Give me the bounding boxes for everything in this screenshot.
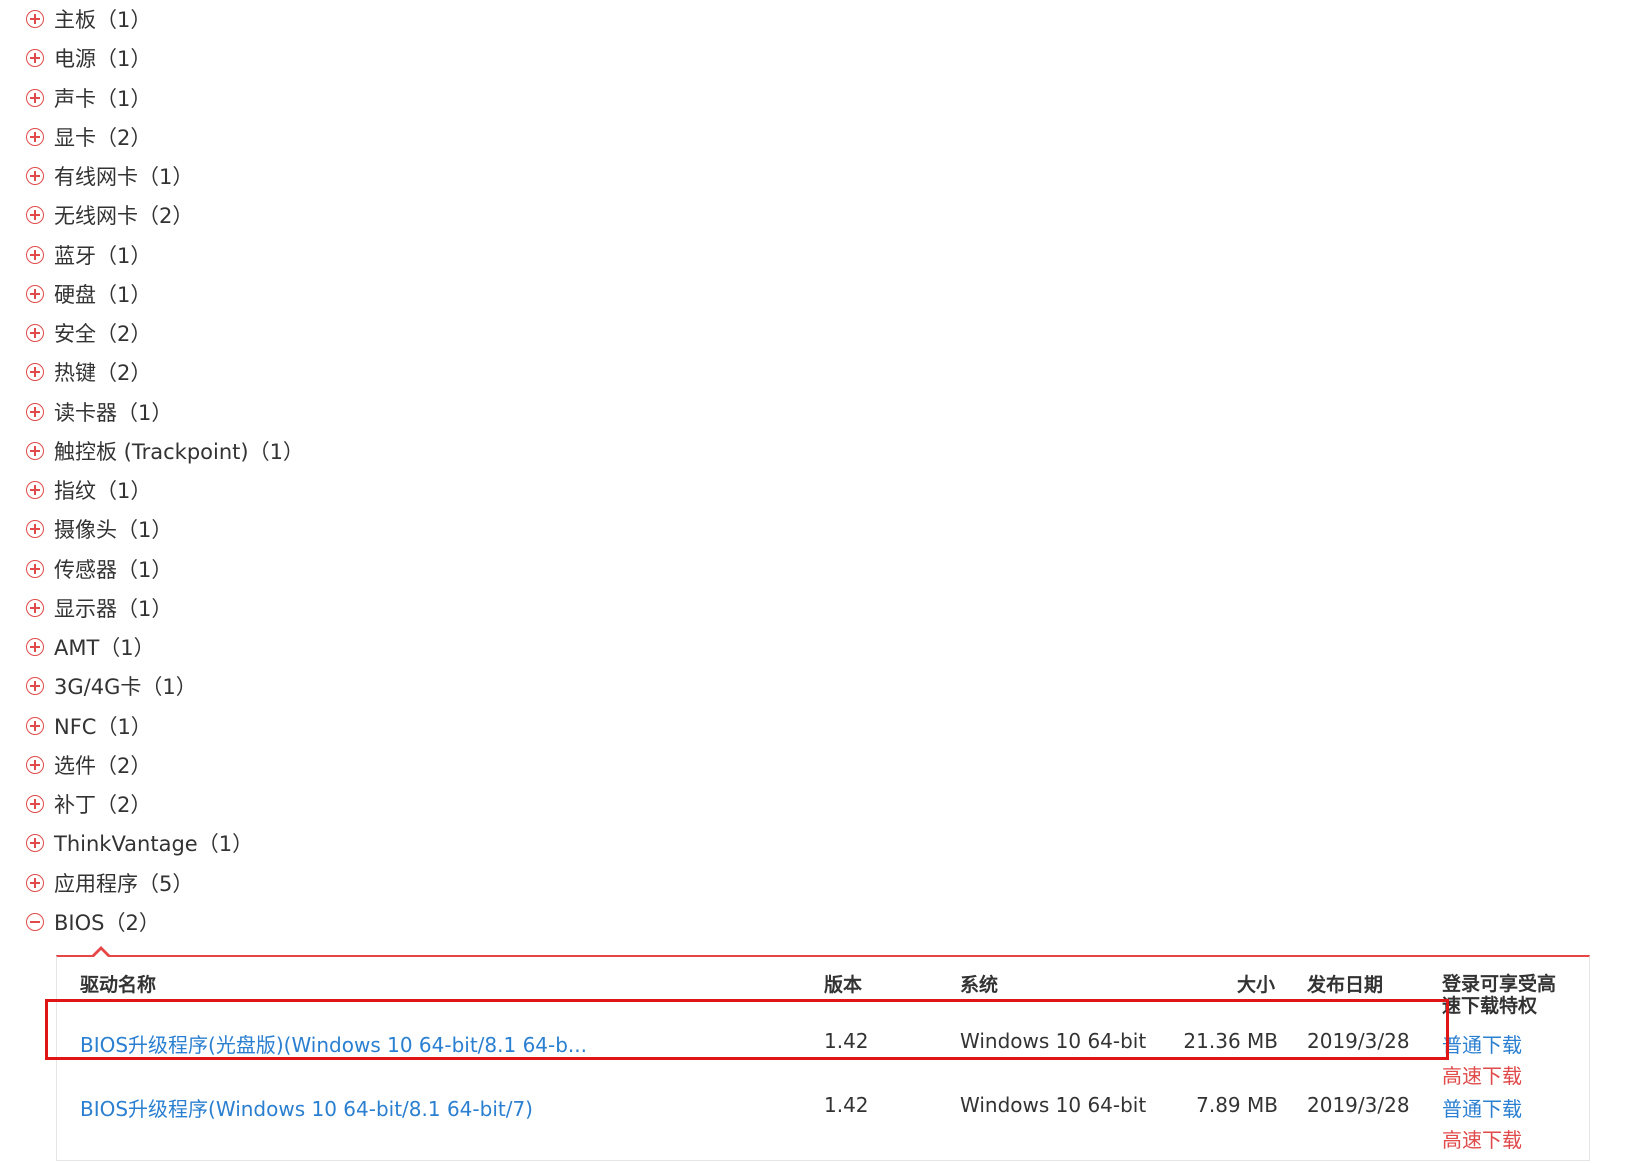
category-item[interactable]: 安全（2）	[26, 318, 151, 348]
fast-download-link[interactable]: 高速下载	[1442, 1060, 1522, 1089]
category-label: 无线网卡（2）	[54, 204, 194, 229]
category-item[interactable]: 3G/4G卡（1）	[26, 671, 197, 701]
expand-icon[interactable]	[26, 441, 44, 460]
expand-icon[interactable]	[26, 598, 44, 617]
category-label: 热键（2）	[54, 361, 152, 386]
expand-icon[interactable]	[26, 795, 44, 813]
driver-release-date: 2019/3/28	[1307, 1093, 1410, 1117]
category-item[interactable]: 传感器（1）	[26, 554, 172, 584]
category-item[interactable]: AMT（1）	[26, 632, 155, 662]
driver-release-date: 2019/3/28	[1307, 1029, 1410, 1053]
collapse-icon[interactable]	[26, 912, 44, 931]
expand-icon[interactable]	[26, 363, 44, 382]
expand-icon[interactable]	[26, 677, 44, 696]
panel-pointer-inner	[94, 950, 108, 957]
category-label: 摄像头（1）	[54, 518, 173, 543]
category-item[interactable]: BIOS（2）	[26, 907, 160, 937]
category-label: 声卡（1）	[54, 86, 152, 111]
expand-icon[interactable]	[26, 284, 44, 303]
category-item[interactable]: 电源（1）	[26, 43, 151, 73]
expand-icon[interactable]	[26, 402, 44, 421]
expand-icon[interactable]	[26, 245, 44, 264]
expand-icon[interactable]	[26, 127, 44, 146]
header-driver-name: 驱动名称	[80, 974, 157, 996]
expand-icon[interactable]	[26, 755, 44, 774]
category-item[interactable]: 热键（2）	[26, 357, 151, 387]
expand-icon[interactable]	[26, 834, 44, 853]
header-size: 大小	[1237, 974, 1276, 996]
expand-icon[interactable]	[26, 10, 44, 28]
category-label: 蓝牙（1）	[54, 243, 152, 268]
category-label: BIOS（2）	[54, 910, 160, 935]
expand-icon[interactable]	[26, 167, 44, 185]
category-item[interactable]: 读卡器（1）	[26, 397, 172, 427]
category-label: 应用程序（5）	[54, 871, 194, 896]
expand-icon[interactable]	[26, 638, 44, 656]
category-label: 传感器（1）	[54, 557, 173, 582]
driver-system: Windows 10 64-bit	[960, 1029, 1147, 1053]
driver-name-link[interactable]: BIOS升级程序(光盘版)(Windows 10 64-bit/8.1 64-b…	[80, 1029, 587, 1058]
driver-name-link[interactable]: BIOS升级程序(Windows 10 64-bit/8.1 64-bit/7)	[80, 1093, 533, 1122]
expand-icon[interactable]	[26, 324, 44, 342]
category-item[interactable]: 主板（1）	[26, 4, 151, 34]
category-label: AMT（1）	[54, 636, 155, 660]
category-label: 主板（1）	[54, 8, 152, 32]
expand-icon[interactable]	[26, 873, 44, 892]
expand-icon[interactable]	[26, 88, 44, 107]
driver-size: 7.89 MB	[1196, 1093, 1278, 1117]
normal-download-link[interactable]: 普通下载	[1442, 1093, 1522, 1122]
category-label: 硬盘（1）	[54, 282, 152, 307]
fast-download-link[interactable]: 高速下载	[1442, 1124, 1522, 1153]
category-label: NFC（1）	[54, 714, 152, 739]
header-system: 系统	[960, 974, 999, 996]
category-item[interactable]: 有线网卡（1）	[26, 161, 193, 191]
category-item[interactable]: 无线网卡（2）	[26, 200, 193, 230]
category-label: 读卡器（1）	[54, 400, 173, 425]
expand-icon[interactable]	[26, 559, 44, 578]
driver-version: 1.42	[824, 1029, 869, 1053]
expand-icon[interactable]	[26, 206, 44, 225]
category-item[interactable]: 补丁（2）	[26, 789, 151, 819]
category-item[interactable]: 显卡（2）	[26, 122, 151, 152]
category-item[interactable]: 选件（2）	[26, 750, 151, 780]
category-item[interactable]: 蓝牙（1）	[26, 240, 151, 270]
category-label: 选件（2）	[54, 753, 152, 778]
category-item[interactable]: 声卡（1）	[26, 83, 151, 113]
normal-download-link[interactable]: 普通下载	[1442, 1029, 1522, 1058]
category-item[interactable]: 应用程序（5）	[26, 868, 193, 898]
category-label: 触控板 (Trackpoint)（1）	[54, 439, 304, 464]
category-label: ThinkVantage（1）	[54, 832, 254, 857]
category-item[interactable]: 显示器（1）	[26, 593, 172, 623]
driver-version: 1.42	[824, 1093, 869, 1117]
expand-icon[interactable]	[26, 716, 44, 735]
category-item[interactable]: 硬盘（1）	[26, 279, 151, 309]
category-item[interactable]: ThinkVantage（1）	[26, 828, 253, 858]
category-label: 3G/4G卡（1）	[54, 675, 197, 700]
category-label: 显卡（2）	[54, 125, 152, 150]
category-label: 显示器（1）	[54, 596, 173, 621]
category-label: 安全（2）	[54, 322, 152, 346]
category-item[interactable]: 摄像头（1）	[26, 514, 172, 544]
driver-system: Windows 10 64-bit	[960, 1093, 1147, 1117]
driver-size: 21.36 MB	[1183, 1029, 1278, 1053]
category-label: 指纹（1）	[54, 479, 152, 503]
category-label: 有线网卡（1）	[54, 165, 194, 189]
expand-icon[interactable]	[26, 481, 44, 499]
category-item[interactable]: 触控板 (Trackpoint)（1）	[26, 436, 304, 466]
expand-icon[interactable]	[26, 520, 44, 539]
category-label: 补丁（2）	[54, 793, 152, 817]
header-release-date: 发布日期	[1307, 974, 1384, 996]
expand-icon[interactable]	[26, 49, 44, 68]
header-download-privilege: 登录可享受高速下载特权	[1442, 973, 1557, 1017]
header-version: 版本	[824, 974, 863, 996]
category-item[interactable]: 指纹（1）	[26, 475, 151, 505]
category-item[interactable]: NFC（1）	[26, 711, 152, 741]
category-label: 电源（1）	[54, 47, 152, 72]
